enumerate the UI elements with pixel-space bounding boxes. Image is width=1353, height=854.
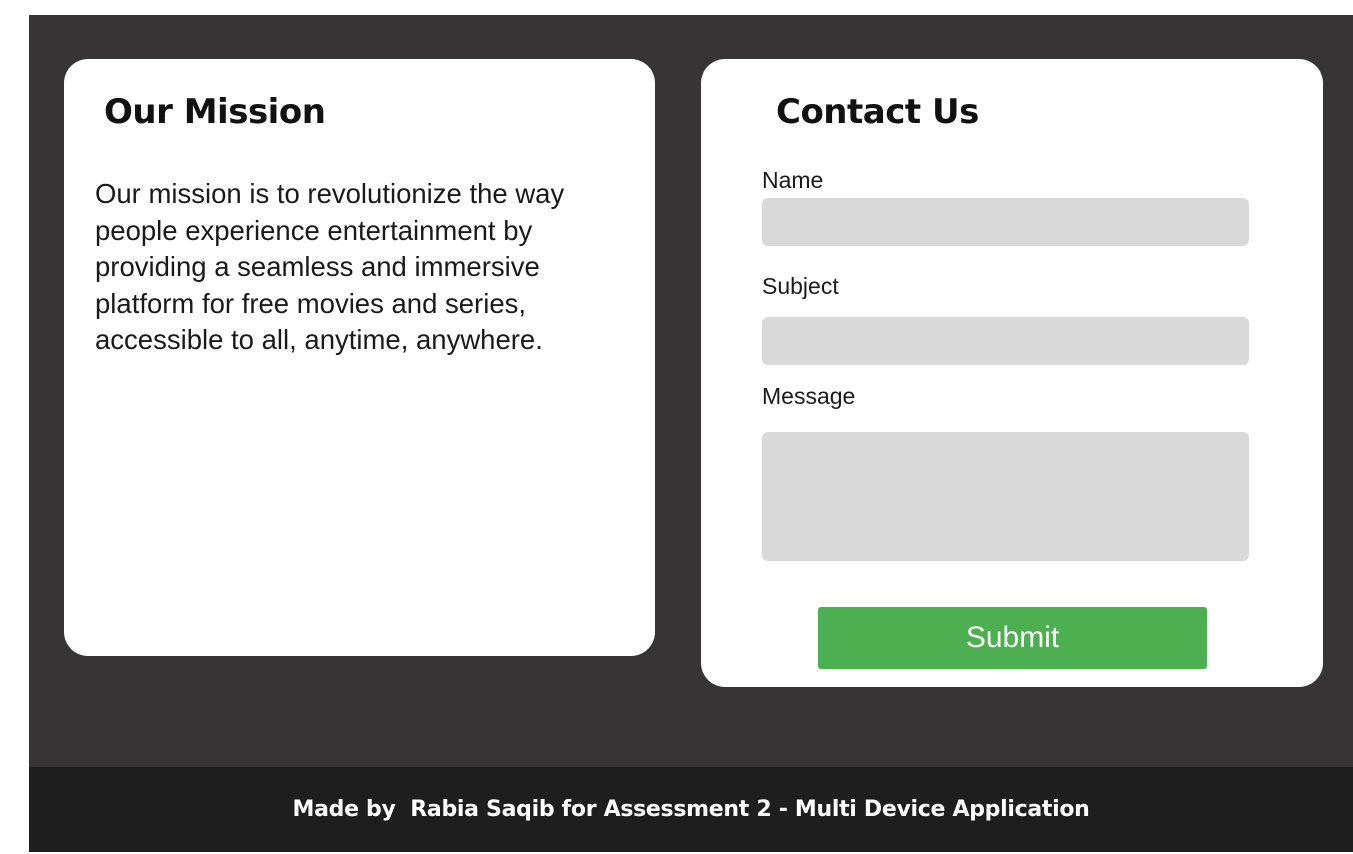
mission-title: Our Mission [104, 92, 326, 132]
message-label: Message [762, 383, 856, 409]
page-frame: Our Mission Our mission is to revolution… [29, 15, 1353, 852]
submit-button[interactable]: Submit [818, 607, 1207, 669]
subject-input[interactable] [762, 317, 1249, 365]
mission-text: Our mission is to revolutionize the way … [95, 178, 565, 355]
name-input[interactable] [762, 198, 1249, 246]
name-label: Name [762, 167, 824, 193]
mission-card: Our Mission Our mission is to revolution… [64, 59, 655, 656]
contact-card: Contact Us Name Subject Message Submit [701, 59, 1323, 687]
footer: Made by Rabia Saqib for Assessment 2 - M… [29, 767, 1353, 852]
message-textarea[interactable] [762, 432, 1249, 561]
contact-title: Contact Us [776, 92, 979, 132]
subject-label: Subject [762, 273, 839, 299]
footer-credit-text: Made by Rabia Saqib for Assessment 2 - M… [292, 797, 1090, 822]
